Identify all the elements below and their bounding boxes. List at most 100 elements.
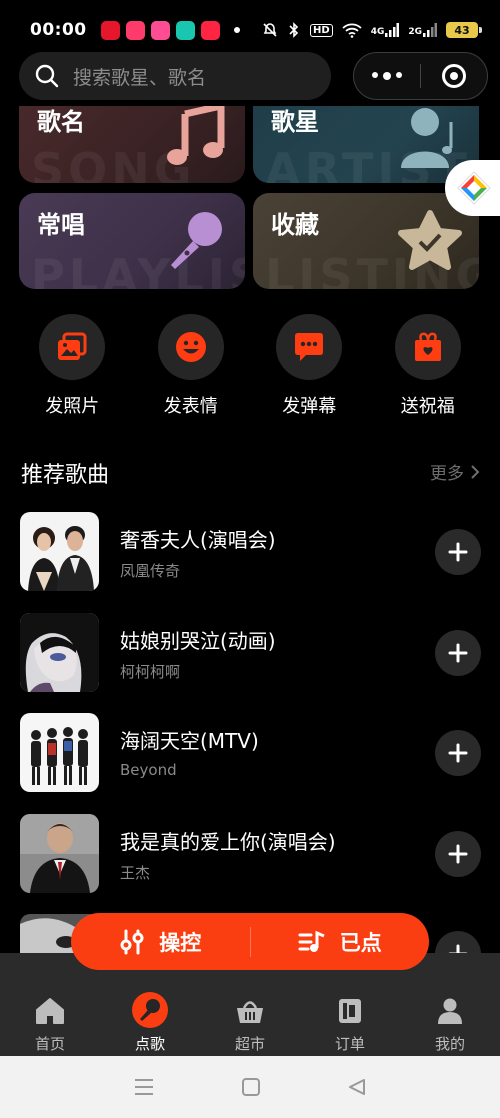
- back-icon[interactable]: [348, 1078, 366, 1096]
- song-row[interactable]: 我是真的爱上你(演唱会) 王杰: [0, 813, 500, 915]
- plus-icon: [448, 643, 468, 662]
- microphone-icon: [171, 212, 222, 269]
- close-miniprogram-button[interactable]: [421, 64, 487, 88]
- control-button[interactable]: 操控: [71, 927, 250, 957]
- emoji-icon: [175, 332, 206, 362]
- quick-actions: 发照片 发表情 发弹幕 送祝福: [0, 314, 500, 418]
- action-label: 发表情: [163, 396, 218, 417]
- more-link[interactable]: 更多: [430, 459, 480, 484]
- tab-label: 首页: [34, 1035, 65, 1053]
- card-frequently-sung[interactable]: PLAYLIST 常唱: [19, 193, 245, 289]
- action-send-photo[interactable]: 发照片: [13, 314, 132, 418]
- card-label: 歌星: [271, 108, 319, 136]
- tab-icon-wrap: [35, 995, 65, 1025]
- song-title: 奢香夫人(演唱会): [120, 528, 276, 552]
- signal-4g: 4G: [371, 23, 400, 37]
- order-icon: [339, 999, 361, 1023]
- control-pill: 操控 已点: [71, 913, 429, 970]
- card-label: 歌名: [37, 108, 85, 136]
- add-song-button[interactable]: [435, 529, 481, 575]
- song-artist: 柯柯柯啊: [120, 662, 181, 681]
- action-send-bullet-comment[interactable]: 发弹幕: [250, 314, 369, 418]
- dot: [383, 72, 391, 80]
- bluetooth-icon: [289, 22, 299, 38]
- app-notification-icon: [200, 20, 220, 40]
- search-placeholder: 搜索歌星、歌名: [73, 66, 207, 89]
- queued-songs-button[interactable]: 已点: [251, 927, 430, 957]
- battery-indicator: 43: [446, 22, 482, 38]
- action-circle: [39, 314, 106, 380]
- plus-icon: [448, 844, 468, 863]
- sliders-icon: [120, 929, 144, 954]
- queued-label: 已点: [339, 930, 382, 955]
- signal-2g: 2G: [408, 23, 437, 37]
- card-label: 常唱: [37, 211, 85, 239]
- user-icon: [438, 998, 462, 1024]
- add-song-button[interactable]: [435, 730, 481, 776]
- add-song-button[interactable]: [435, 830, 481, 877]
- card-favorites[interactable]: LISTING 收藏: [253, 193, 479, 289]
- tab-icon-wrap: [436, 995, 464, 1025]
- tab-label: 超市: [234, 1035, 265, 1053]
- action-send-emoji[interactable]: 发表情: [132, 314, 251, 418]
- control-label: 操控: [159, 930, 202, 955]
- microphone-icon: [132, 992, 168, 1028]
- more-options-button[interactable]: [354, 72, 420, 80]
- song-artist: 凤凰传奇: [120, 562, 181, 580]
- section-title: 推荐歌曲: [21, 463, 110, 488]
- app-notification-icon: [125, 20, 145, 40]
- action-circle: [276, 314, 343, 380]
- song-row[interactable]: 海阔天空(MTV) Beyond: [0, 713, 500, 814]
- system-icons: HD 4G 2G 43: [262, 22, 482, 38]
- favorite-star-icon: [398, 210, 462, 270]
- signal-bars-icon: [385, 23, 400, 37]
- action-send-blessing[interactable]: 送祝福: [369, 314, 488, 418]
- anime-portrait-image: [20, 612, 99, 692]
- app-notification-icon: [150, 20, 170, 40]
- home-square-icon[interactable]: [242, 1078, 260, 1096]
- song-cover: [20, 713, 99, 792]
- weibo-notification-icon: [100, 20, 120, 40]
- miniprogram-capsule: [353, 52, 488, 100]
- tab-icon-wrap: [131, 992, 169, 1028]
- song-title: 海阔天空(MTV): [120, 729, 259, 753]
- hd-badge: HD: [310, 23, 333, 37]
- duo-portrait-image: [20, 512, 99, 591]
- action-circle: [394, 314, 461, 380]
- tab-icon-wrap: [235, 995, 265, 1025]
- tab-label: 点歌: [134, 1035, 165, 1053]
- song-row[interactable]: 奢香夫人(演唱会) 凤凰传奇: [0, 512, 500, 613]
- mute-icon: [263, 23, 277, 37]
- song-cover: [20, 612, 99, 692]
- tab-label: 我的: [434, 1035, 465, 1053]
- search-bar[interactable]: 搜索歌星、歌名: [19, 52, 331, 100]
- photo-icon: [58, 332, 87, 360]
- add-song-button[interactable]: [435, 629, 481, 676]
- dot: [396, 72, 402, 78]
- plus-icon: [448, 542, 468, 562]
- notification-icons: [100, 20, 240, 40]
- action-label: 发照片: [45, 396, 100, 417]
- singer-portrait-image: [20, 813, 99, 893]
- song-artist: 王杰: [120, 863, 151, 882]
- clock: 00:00: [30, 20, 87, 40]
- menu-icon[interactable]: [134, 1078, 154, 1096]
- floating-assistant-button[interactable]: [445, 160, 500, 216]
- card-label: 收藏: [271, 211, 319, 239]
- action-label: 发弹幕: [282, 396, 337, 417]
- song-row[interactable]: 姑娘别哭泣(动画) 柯柯柯啊: [0, 612, 500, 714]
- band-photo-image: [20, 713, 99, 792]
- song-artist: Beyond: [120, 761, 177, 779]
- system-navigation-bar: [0, 1056, 500, 1118]
- home-icon: [36, 998, 64, 1024]
- chevron-right-icon: [471, 464, 480, 479]
- target-icon: [442, 64, 466, 88]
- bullet-comment-icon: [295, 333, 324, 361]
- app-notification-icon: [175, 20, 195, 40]
- action-label: 送祝福: [400, 396, 455, 417]
- tab-profile[interactable]: 我的: [400, 953, 500, 1056]
- tab-home[interactable]: 首页: [0, 953, 100, 1056]
- colorful-diamond-icon: [457, 171, 491, 205]
- singer-icon: [401, 108, 453, 168]
- music-note-icon: [167, 102, 225, 165]
